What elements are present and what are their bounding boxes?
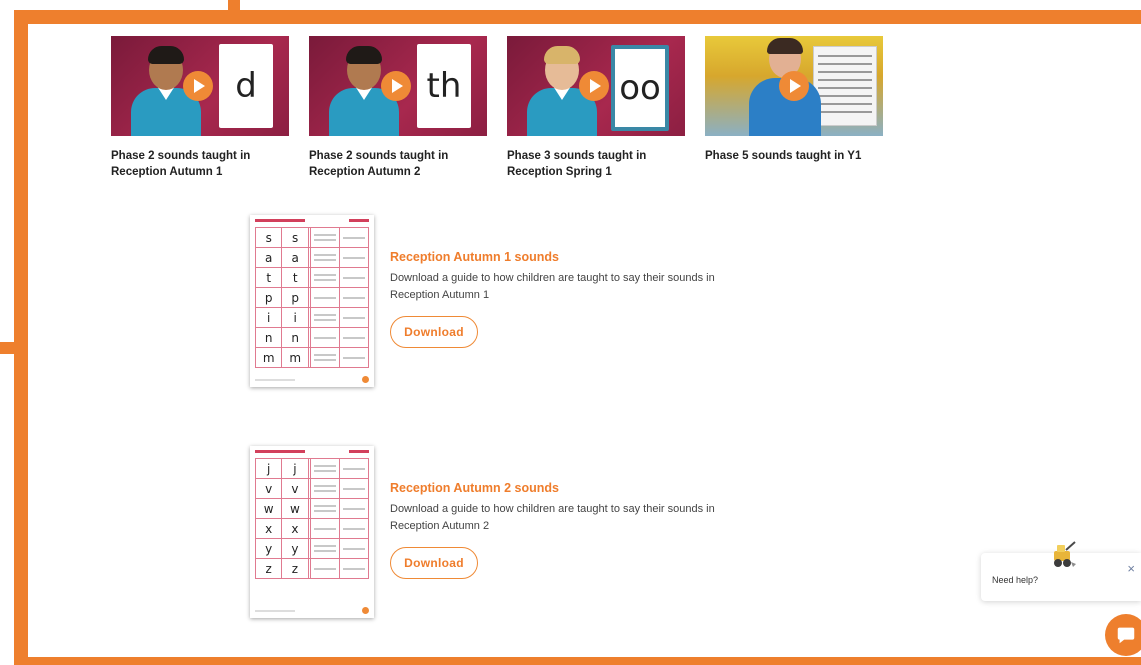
chat-bubble-icon[interactable] <box>1105 614 1141 656</box>
video-card[interactable]: d Phase 2 sounds taught in Reception Aut… <box>111 36 289 180</box>
play-icon[interactable] <box>183 71 213 101</box>
resource-item: ss aa tt pp ii nn mm Reception Autumn 1 … <box>250 215 720 391</box>
frame-connector-top <box>228 0 240 16</box>
frame-connector-left <box>0 342 20 354</box>
download-button[interactable]: Download <box>390 547 478 579</box>
resource-description: Download a guide to how children are tau… <box>390 272 715 301</box>
video-title[interactable]: Phase 5 sounds taught in Y1 <box>705 148 883 164</box>
video-card[interactable]: th Phase 2 sounds taught in Reception Au… <box>309 36 487 180</box>
download-button[interactable]: Download <box>390 316 478 348</box>
frame-border-bottom <box>14 657 1141 665</box>
video-title[interactable]: Phase 3 sounds taught in Reception Sprin… <box>507 148 685 180</box>
video-card[interactable]: oo Phase 3 sounds taught in Reception Sp… <box>507 36 685 180</box>
play-icon[interactable] <box>579 71 609 101</box>
frame-border-left <box>14 10 28 665</box>
close-icon[interactable]: × <box>1127 561 1135 576</box>
play-icon[interactable] <box>381 71 411 101</box>
video-thumbnail[interactable]: oo <box>507 36 685 136</box>
resource-title: Reception Autumn 1 sounds <box>390 250 559 264</box>
resource-description: Download a guide to how children are tau… <box>390 503 715 532</box>
resource-item: jj vv ww xx yy zz Reception Autumn 2 sou… <box>250 446 720 622</box>
sound-chart-thumbnail[interactable]: ss aa tt pp ii nn mm <box>250 215 374 387</box>
digger-mascot-icon <box>1054 541 1076 567</box>
video-card[interactable]: Phase 5 sounds taught in Y1 <box>705 36 883 180</box>
resource-title: Reception Autumn 2 sounds <box>390 481 559 495</box>
video-row: d Phase 2 sounds taught in Reception Aut… <box>111 36 883 180</box>
video-thumbnail[interactable]: th <box>309 36 487 136</box>
frame-border-top <box>14 10 1141 24</box>
video-title[interactable]: Phase 2 sounds taught in Reception Autum… <box>111 148 289 180</box>
video-thumbnail[interactable] <box>705 36 883 136</box>
logo-dot-icon <box>362 607 369 614</box>
letter-card: d <box>219 44 273 128</box>
help-text: Need help? <box>992 575 1039 585</box>
letter-card: oo <box>611 45 669 131</box>
sound-chart-thumbnail[interactable]: jj vv ww xx yy zz <box>250 446 374 618</box>
play-icon[interactable] <box>779 71 809 101</box>
letter-card: th <box>417 44 471 128</box>
video-thumbnail[interactable]: d <box>111 36 289 136</box>
logo-dot-icon <box>362 376 369 383</box>
video-title[interactable]: Phase 2 sounds taught in Reception Autum… <box>309 148 487 180</box>
